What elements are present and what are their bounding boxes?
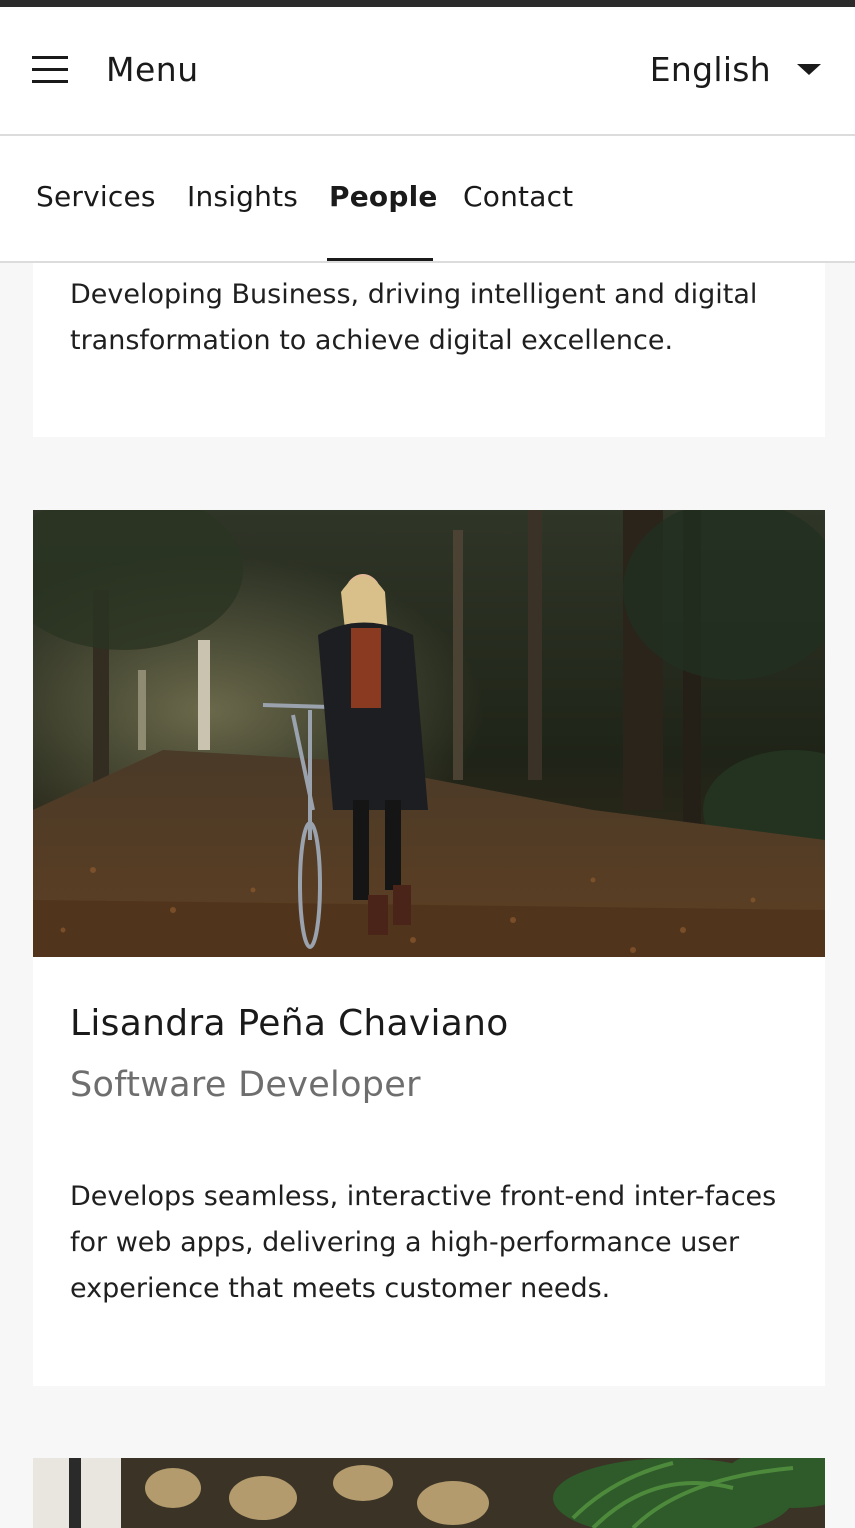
tab-people[interactable]: People <box>329 180 438 213</box>
section-tabs: Services Insights People Contact <box>0 136 855 263</box>
person-card-previous[interactable]: Developing Business, driving intelligent… <box>33 263 825 437</box>
language-label: English <box>649 49 771 89</box>
person-photo <box>33 510 825 957</box>
person-description: Develops seamless, interactive front-end… <box>70 1181 777 1304</box>
active-tab-indicator <box>327 258 433 261</box>
person-photo <box>33 1458 825 1528</box>
person-card[interactable]: Lisandra Peña Chaviano Software Develope… <box>33 510 825 1386</box>
menu-label: Menu <box>106 49 199 89</box>
tab-insights[interactable]: Insights <box>187 180 298 213</box>
tab-contact[interactable]: Contact <box>463 180 573 213</box>
top-accent-bar <box>0 0 855 7</box>
person-role: Software Developer <box>70 1065 421 1105</box>
person-description: Developing Business, driving intelligent… <box>70 279 758 356</box>
menu-button[interactable]: Menu <box>32 47 199 91</box>
site-header: Menu English <box>0 7 855 136</box>
language-selector[interactable]: English <box>650 47 821 91</box>
caret-down-icon <box>797 63 821 75</box>
person-name: Lisandra Peña Chaviano <box>70 1003 509 1044</box>
person-card-next[interactable] <box>33 1458 825 1528</box>
tab-services[interactable]: Services <box>36 180 156 213</box>
hamburger-icon <box>32 56 68 83</box>
